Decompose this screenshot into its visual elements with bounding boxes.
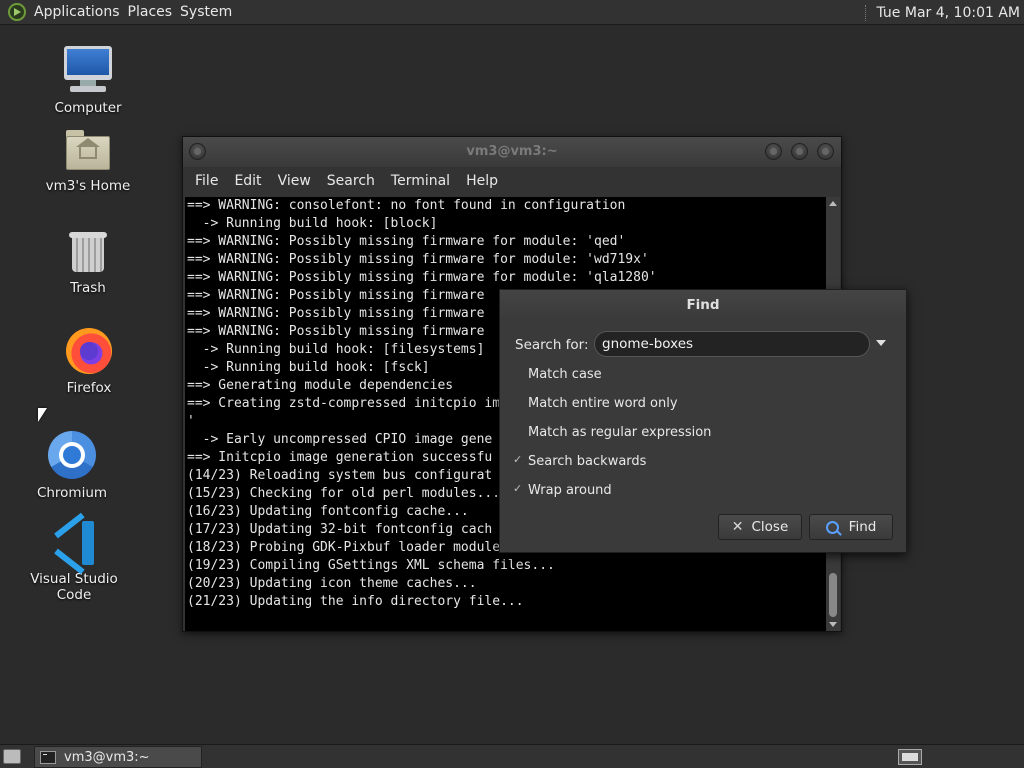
menu-places[interactable]: Places — [128, 4, 181, 20]
find-button-label: Find — [848, 519, 877, 535]
bottom-panel: vm3@vm3:~ — [0, 744, 1024, 768]
desktop-icon-firefox[interactable]: Firefox — [34, 328, 144, 396]
panel-separator — [864, 4, 867, 21]
match-regex-checkbox[interactable] — [512, 427, 524, 439]
terminal-title: vm3@vm3:~ — [466, 144, 558, 159]
match-case-checkbox[interactable] — [512, 369, 524, 381]
close-button-label: Close — [751, 519, 789, 535]
workspace-switcher-icon[interactable] — [898, 749, 922, 765]
desktop-icon-computer[interactable]: Computer — [33, 46, 143, 116]
top-panel: Applications Places System Tue Mar 4, 10… — [0, 0, 1024, 25]
maximize-icon[interactable] — [791, 143, 808, 160]
terminal-line: ==> WARNING: Possibly missing firmware f… — [187, 270, 657, 285]
scrollbar-thumb[interactable] — [829, 573, 837, 617]
chromium-icon — [48, 431, 96, 479]
option-label: Match as regular expression — [528, 425, 712, 440]
menu-applications[interactable]: Applications — [34, 4, 128, 20]
option-label: Wrap around — [528, 483, 612, 498]
desktop-icon-trash[interactable]: Trash — [33, 230, 143, 296]
scroll-down-arrow-icon[interactable] — [829, 622, 837, 627]
find-button[interactable]: Find — [809, 514, 893, 540]
desktop-icon-label: vm3's Home — [45, 178, 131, 194]
desktop-icon-chromium[interactable]: Chromium — [17, 431, 127, 501]
top-panel-right: Tue Mar 4, 10:01 AM — [864, 0, 1021, 25]
mouse-pointer-icon — [38, 408, 47, 422]
computer-icon — [64, 46, 112, 94]
desktop-icon-label: Firefox — [66, 380, 112, 396]
option-label: Search backwards — [528, 454, 647, 469]
clock[interactable]: Tue Mar 4, 10:01 AM — [877, 5, 1021, 21]
menu-edit[interactable]: Edit — [226, 173, 269, 189]
menu-file[interactable]: File — [187, 173, 226, 189]
close-window-icon[interactable] — [817, 143, 834, 160]
wrap-around-option[interactable]: Wrap around — [512, 482, 612, 499]
taskbar-button-terminal[interactable]: vm3@vm3:~ — [34, 746, 202, 768]
terminal-titlebar[interactable]: vm3@vm3:~ — [183, 137, 841, 167]
search-backwards-option[interactable]: Search backwards — [512, 453, 647, 470]
match-regex-option[interactable]: Match as regular expression — [512, 425, 711, 440]
taskbar-label: vm3@vm3:~ — [64, 749, 150, 765]
firefox-icon — [66, 328, 112, 374]
terminal-line: -> Running build hook: [block] — [187, 216, 438, 231]
search-input[interactable] — [594, 331, 870, 357]
menu-help[interactable]: Help — [458, 173, 506, 189]
menu-view[interactable]: View — [270, 173, 319, 189]
minimize-icon[interactable] — [765, 143, 782, 160]
scroll-up-arrow-icon[interactable] — [829, 201, 837, 206]
search-history-dropdown-icon[interactable] — [876, 340, 886, 346]
trash-icon — [69, 230, 107, 274]
desktop-icon-label: Computer — [54, 100, 122, 116]
menu-system[interactable]: System — [180, 4, 240, 20]
match-entire-word-checkbox[interactable] — [512, 398, 524, 410]
home-folder-icon — [64, 128, 112, 172]
find-dialog[interactable]: Find Search for: Match case Match entire… — [499, 289, 907, 553]
search-for-label: Search for: — [515, 337, 589, 353]
search-backwards-checkbox[interactable] — [512, 453, 524, 468]
terminal-line: ==> WARNING: Possibly missing firmware f… — [187, 252, 649, 267]
close-button[interactable]: ✕ Close — [718, 514, 802, 540]
distro-logo-icon[interactable] — [8, 3, 26, 21]
match-case-option[interactable]: Match case — [512, 367, 602, 382]
terminal-menubar: File Edit View Search Terminal Help — [183, 167, 841, 195]
find-dialog-title[interactable]: Find — [500, 290, 906, 320]
option-label: Match case — [528, 367, 602, 382]
close-x-icon: ✕ — [731, 519, 744, 535]
desktop-icon-label: Visual Studio Code — [30, 571, 118, 603]
magnifier-icon — [825, 520, 839, 534]
match-entire-word-option[interactable]: Match entire word only — [512, 396, 678, 411]
desktop-icon-vscode[interactable]: Visual Studio Code — [12, 512, 136, 603]
terminal-line: (20/23) Updating icon theme caches... — [187, 576, 477, 591]
terminal-line: ==> WARNING: consolefont: no font found … — [187, 198, 626, 213]
terminal-line: ==> WARNING: Possibly missing firmware f… — [187, 234, 626, 249]
terminal-icon — [40, 750, 56, 764]
option-label: Match entire word only — [528, 396, 678, 411]
desktop-icon-label: Chromium — [36, 485, 108, 501]
vscode-icon — [52, 512, 96, 575]
show-desktop-icon[interactable] — [3, 749, 21, 764]
terminal-line: (21/23) Updating the info directory file… — [187, 594, 524, 609]
menu-terminal[interactable]: Terminal — [383, 173, 458, 189]
terminal-line: (19/23) Compiling GSettings XML schema f… — [187, 558, 555, 573]
menu-search[interactable]: Search — [319, 173, 383, 189]
desktop-icon-home[interactable]: vm3's Home — [33, 128, 143, 194]
desktop-icon-label: Trash — [70, 280, 106, 296]
wrap-around-checkbox[interactable] — [512, 482, 524, 497]
